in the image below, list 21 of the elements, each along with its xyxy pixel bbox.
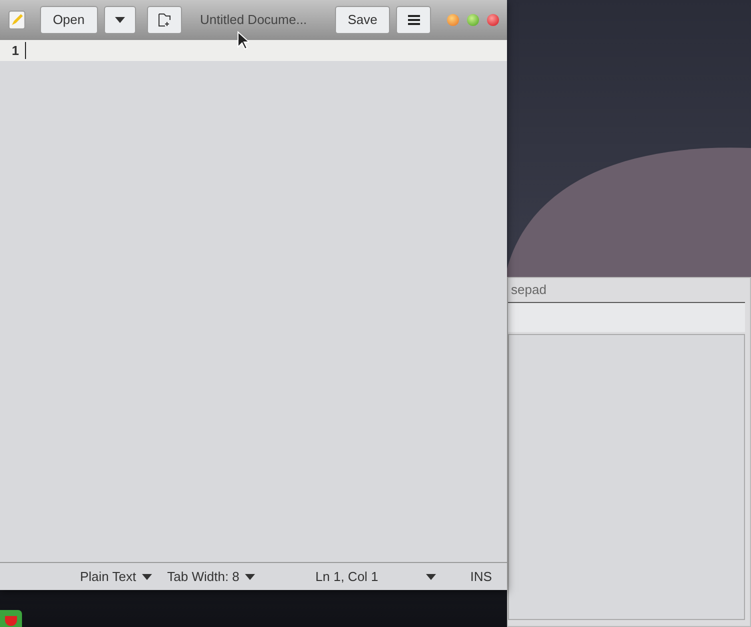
menu-button[interactable] xyxy=(396,6,431,34)
save-button[interactable]: Save xyxy=(334,6,390,34)
cursor-position-selector[interactable]: Ln 1, Col 1 xyxy=(315,566,436,586)
caret-icon xyxy=(426,574,436,580)
caret-icon xyxy=(142,574,152,580)
tab-width-selector[interactable]: Tab Width: 8 xyxy=(167,566,256,586)
caret-icon xyxy=(245,574,256,580)
pencil-icon xyxy=(8,10,26,30)
open-menu-button[interactable] xyxy=(104,6,136,34)
input-field[interactable] xyxy=(508,302,745,332)
window-title: Untitled Docume... xyxy=(200,11,308,30)
text-cursor xyxy=(25,42,26,59)
open-button[interactable]: Open xyxy=(40,6,98,34)
window-title: sepad xyxy=(511,281,546,300)
new-document-button[interactable] xyxy=(147,6,182,34)
mouse-pointer-icon xyxy=(237,31,249,50)
caret-icon xyxy=(114,17,125,23)
insert-mode: INS xyxy=(470,568,492,586)
language-selector[interactable]: Plain Text xyxy=(80,566,152,586)
line-number: 1 xyxy=(10,42,20,60)
menu-icon xyxy=(408,15,420,25)
